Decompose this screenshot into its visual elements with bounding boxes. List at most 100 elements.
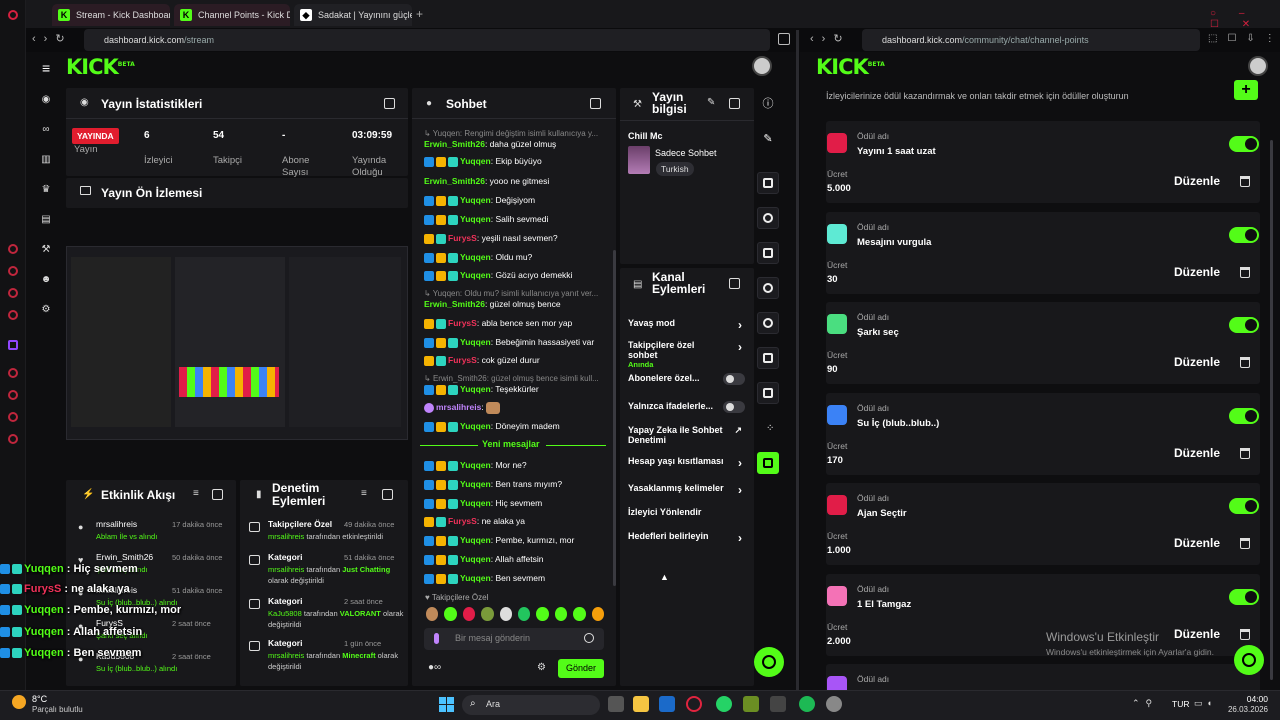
media-icon[interactable]: ▤ — [40, 214, 52, 226]
mic-icon[interactable] — [434, 633, 439, 644]
sidebar-app-icon[interactable] — [8, 288, 18, 298]
chat-username[interactable]: FurysS — [448, 355, 477, 365]
delete-icon[interactable] — [1240, 538, 1250, 549]
window-controls[interactable]: ○ – ☐ ✕ — [1210, 8, 1280, 30]
chat-message[interactable]: FurysS: ne alaka ya — [424, 514, 608, 528]
reward-enabled-toggle[interactable] — [1229, 498, 1259, 514]
chat-username[interactable]: Yuqqen — [460, 195, 491, 205]
chat-username[interactable]: Yuqqen — [460, 421, 491, 431]
channel-action-item[interactable]: Yasaklanmış kelimeler › — [628, 483, 746, 497]
chat-username[interactable]: Yuqqen — [460, 479, 491, 489]
windows-start-icon[interactable] — [439, 697, 454, 712]
profile-avatar[interactable] — [752, 56, 772, 76]
moderation-user[interactable]: KaJu5808 — [268, 609, 302, 618]
chat-input[interactable]: Bir mesaj gönderin — [424, 628, 604, 650]
wrench-icon[interactable]: ⚒ — [40, 244, 52, 256]
task-view-icon[interactable] — [608, 696, 624, 712]
chat-message[interactable]: Yuqqen: Allah affetsin — [424, 552, 608, 566]
emote-icon[interactable] — [573, 607, 586, 621]
filter-icon[interactable]: ≡ — [193, 488, 199, 499]
quick-action-layout[interactable] — [757, 347, 779, 369]
split-divider[interactable] — [796, 30, 799, 690]
new-tab-icon[interactable]: + — [416, 7, 423, 21]
quick-action-broadcast[interactable] — [757, 312, 779, 334]
chat-message[interactable]: Yuqqen: Teşekkürler — [424, 382, 608, 396]
quick-action-flash[interactable] — [757, 207, 779, 229]
app-icon[interactable] — [770, 696, 786, 712]
chat-username[interactable]: Erwin_Smith26 — [424, 139, 485, 149]
points-icon[interactable]: ⁘ — [766, 423, 774, 434]
chat-username[interactable]: Yuqqen — [460, 156, 491, 166]
activity-user[interactable]: Erwin_Smith26 — [96, 552, 153, 563]
chat-message[interactable]: Yuqqen: Salih sevmedi — [424, 212, 608, 226]
chat-message[interactable]: FurysS: cok güzel durur — [424, 353, 608, 367]
quick-action-active[interactable] — [757, 452, 779, 474]
browser-toolbar-icons[interactable]: ⬚☐⇩⋮ — [1208, 33, 1280, 44]
delete-icon[interactable] — [1240, 629, 1250, 640]
settings-icon[interactable] — [8, 434, 18, 444]
chat-scrollbar[interactable] — [613, 250, 616, 586]
emote-icon[interactable] — [536, 607, 549, 621]
sidebar-app-icon[interactable] — [8, 390, 18, 400]
chat-username[interactable]: FurysS — [448, 318, 477, 328]
opera-logo-icon[interactable] — [8, 10, 18, 20]
chat-username[interactable]: Yuqqen — [460, 554, 491, 564]
tab-stream-dashboard[interactable]: K Stream - Kick Dashboard — [52, 4, 170, 26]
popout-icon[interactable] — [384, 98, 395, 109]
menu-icon[interactable]: ≡ — [42, 60, 50, 76]
chat-username[interactable]: Yuqqen — [460, 270, 491, 280]
reward-enabled-toggle[interactable] — [1229, 589, 1259, 605]
chat-username[interactable]: Yuqqen — [460, 337, 491, 347]
chat-username[interactable]: Yuqqen — [460, 535, 491, 545]
chat-message[interactable]: Erwin_Smith26: daha güzel olmuş — [424, 137, 608, 151]
kick-logo[interactable]: KICKBETA — [66, 55, 135, 79]
file-explorer-icon[interactable] — [633, 696, 649, 712]
link-icon[interactable]: ∞ — [40, 124, 52, 136]
chat-message[interactable]: Erwin_Smith26: yooo ne gitmesi — [424, 174, 608, 188]
minecraft-icon[interactable] — [743, 696, 759, 712]
profile-avatar[interactable] — [1248, 56, 1268, 76]
edit-icon[interactable]: ✎ — [757, 128, 779, 150]
popout-icon[interactable] — [590, 98, 601, 109]
channel-action-item[interactable]: Yapay Zeka ile Sohbet Denetimi ↗ — [628, 425, 746, 445]
quick-action-chat[interactable] — [757, 277, 779, 299]
filter-icon[interactable]: ≡ — [361, 488, 367, 499]
chat-username[interactable]: Yuqqen — [460, 573, 491, 583]
edit-reward-button[interactable]: Düzenle — [1165, 446, 1229, 460]
chat-message[interactable]: Yuqqen: Ekip büyüyo — [424, 154, 608, 168]
channel-action-item[interactable]: İzleyici Yönlendir — [628, 507, 746, 517]
chat-message[interactable]: Erwin_Smith26: güzel olmuş bence — [424, 297, 608, 311]
channel-action-item[interactable]: Hesap yaşı kısıtlaması › — [628, 456, 746, 470]
chat-username[interactable]: Yuqqen — [460, 384, 491, 394]
info-icon[interactable]: ⓘ — [757, 93, 779, 115]
tools-icon[interactable]: ⚙ — [40, 304, 52, 316]
edit-reward-button[interactable]: Düzenle — [1165, 627, 1229, 641]
popout-icon[interactable] — [729, 278, 740, 289]
steam-icon[interactable] — [659, 696, 675, 712]
chat-username[interactable]: FurysS — [448, 516, 477, 526]
tab-sadakat[interactable]: ◆Sadakat | Yayınını güçlend — [294, 4, 412, 26]
moderation-user[interactable]: mrsalihreis — [268, 651, 304, 660]
reward-enabled-toggle[interactable] — [1229, 317, 1259, 333]
reward-enabled-toggle[interactable] — [1229, 136, 1259, 152]
emote-icon[interactable] — [426, 607, 439, 621]
chat-message[interactable]: FurysS: yeşili nasıl sevmen? — [424, 231, 608, 245]
chat-message[interactable]: mrsalihreis: — [424, 400, 608, 414]
sidebar-app-icon[interactable] — [8, 368, 18, 378]
twitch-icon[interactable] — [8, 340, 18, 350]
chat-username[interactable]: Yuqqen — [460, 498, 491, 508]
users-icon[interactable]: ☻ — [40, 274, 52, 286]
chat-message[interactable]: Yuqqen: Ben trans mıyım? — [424, 477, 608, 491]
stream-icon[interactable]: ◉ — [40, 94, 52, 106]
delete-icon[interactable] — [1240, 448, 1250, 459]
chat-message[interactable]: Yuqqen: Döneyim madem — [424, 419, 608, 433]
whatsapp-icon[interactable] — [716, 696, 732, 712]
channel-action-item[interactable]: Takipçilere özel sohbet Anında › — [628, 340, 746, 369]
rewards-scrollbar[interactable] — [1270, 140, 1273, 680]
quick-action-clip[interactable] — [757, 172, 779, 194]
quick-action-notes[interactable] — [757, 242, 779, 264]
network-volume-icons[interactable]: ▭◖ — [1194, 698, 1216, 709]
emoji-icon[interactable] — [584, 633, 594, 643]
spotify-icon[interactable] — [799, 696, 815, 712]
edit-reward-button[interactable]: Düzenle — [1165, 265, 1229, 279]
